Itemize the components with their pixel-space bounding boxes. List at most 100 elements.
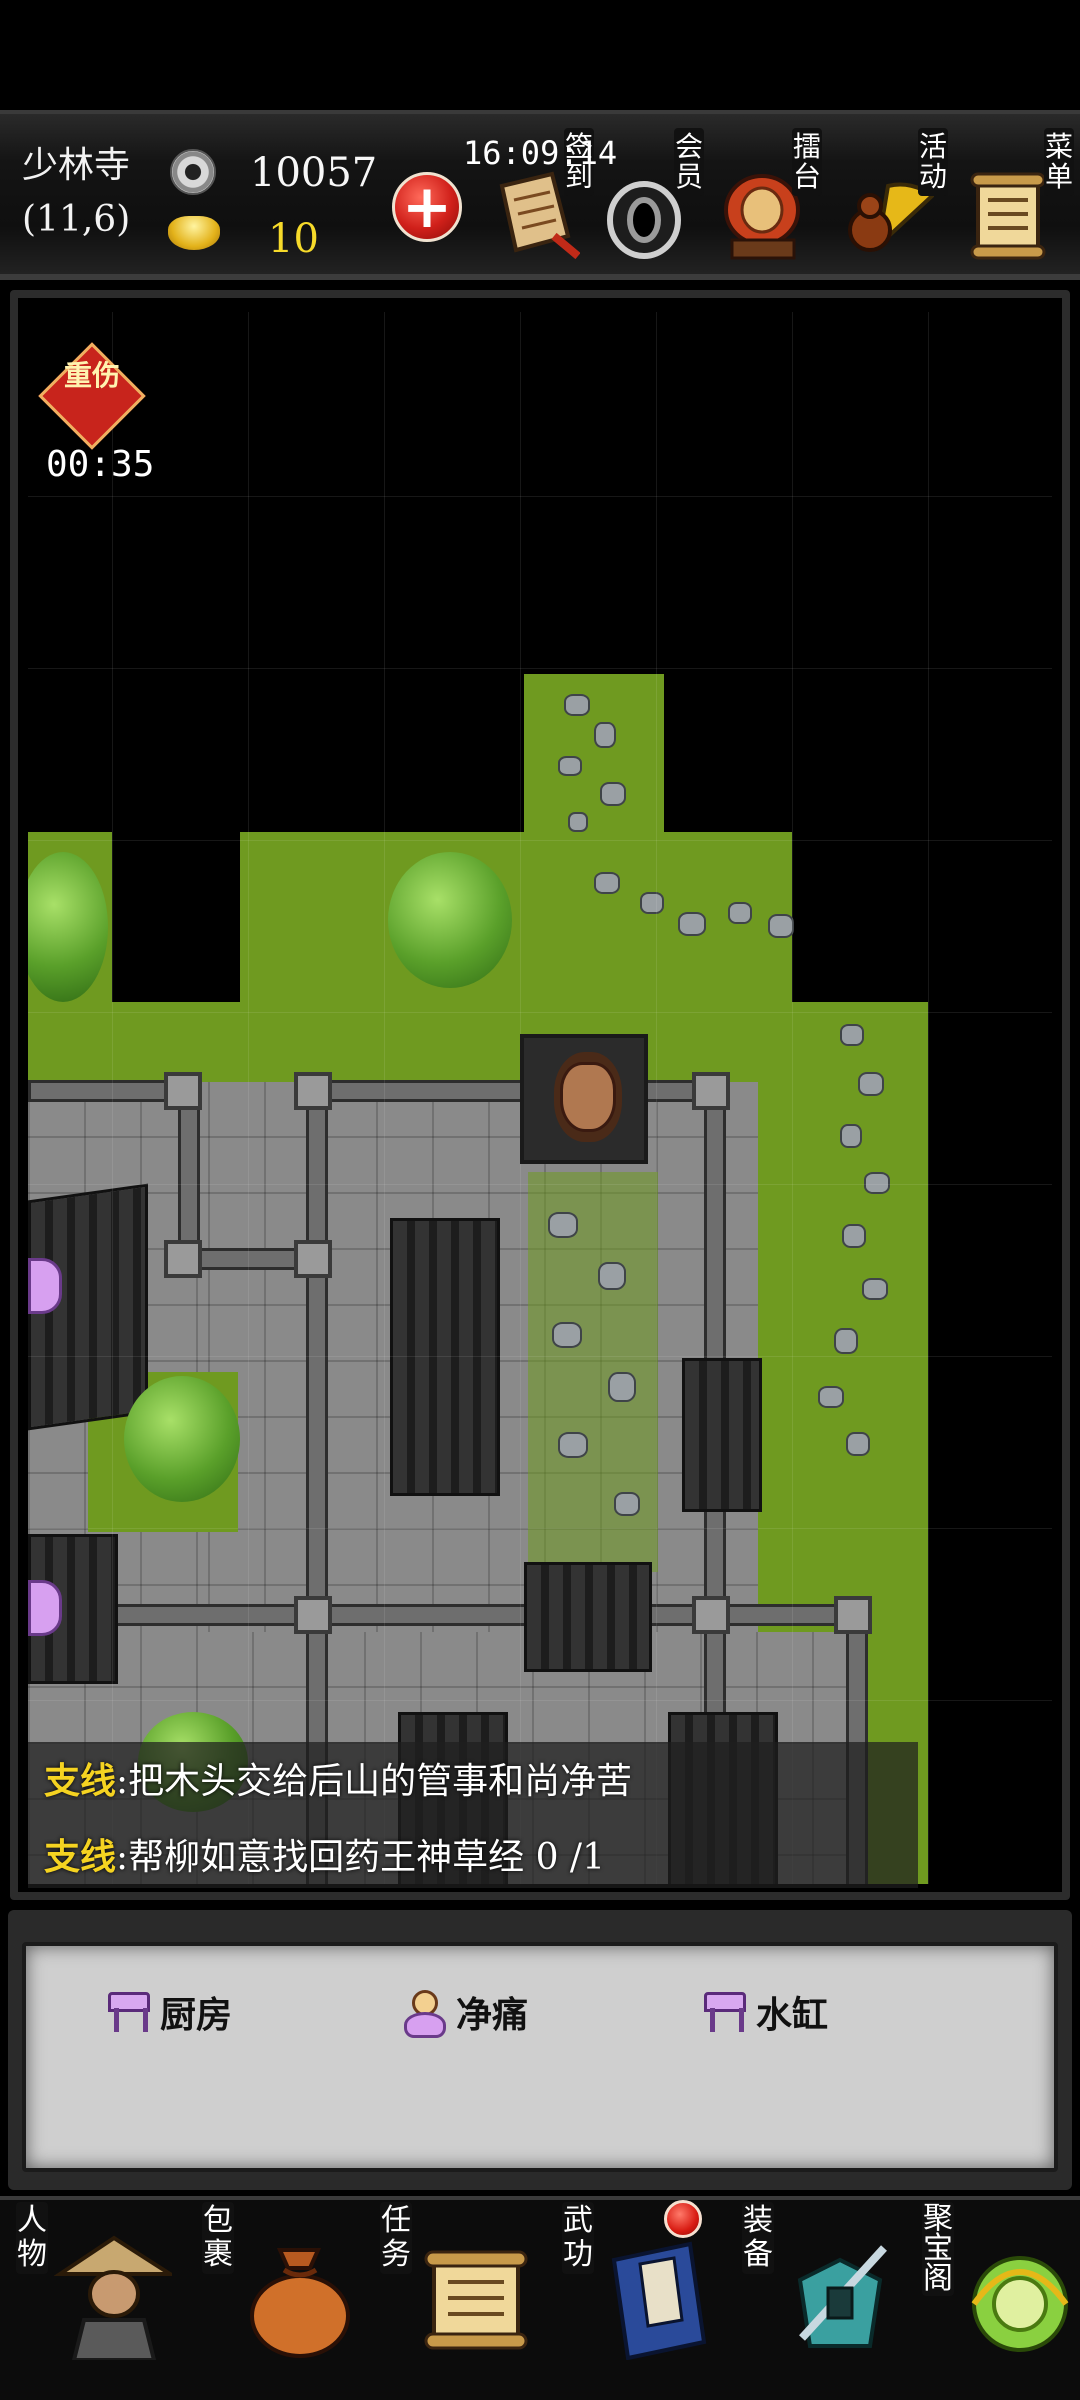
quest-line-2[interactable]: 支线:帮柳如意找回药王神草经 0 /1 (44, 1828, 605, 1880)
grid-line (28, 668, 1052, 669)
nav-treasure-pavilion[interactable]: 聚宝阁 (916, 2200, 1076, 2390)
location-coords: (11,6) (22, 199, 131, 240)
grid-line (28, 1528, 1052, 1529)
treasure-icon (971, 2256, 1069, 2352)
gate-roof (524, 1562, 652, 1672)
grid-line (248, 312, 249, 1884)
player-face (560, 1062, 616, 1132)
grid-line (656, 312, 657, 1884)
injury-timer: 00:35 (46, 444, 155, 485)
pebble (608, 1372, 636, 1402)
nearby-item-water-vat[interactable]: 水缸 (702, 1982, 828, 2042)
pebble (600, 782, 626, 806)
player-avatar[interactable] (520, 1034, 648, 1164)
wall-post (692, 1072, 730, 1110)
nearby-item-label: 净痛 (456, 1994, 529, 2036)
nearby-item-kitchen[interactable]: 厨房 (106, 1982, 232, 2042)
menu-button[interactable]: 菜单 (970, 128, 1074, 278)
vip-label: 会员 (674, 128, 704, 196)
quest-text: :把木头交给后山的管事和尚净苦 (116, 1761, 633, 1802)
nearby-item-label: 水缸 (756, 1994, 829, 2036)
pebble (858, 1072, 884, 1096)
wall-post (294, 1596, 332, 1634)
nav-character[interactable]: 人物 (10, 2200, 190, 2390)
pebble (548, 1212, 578, 1238)
npc-marker[interactable] (28, 1258, 62, 1314)
wall-post (692, 1596, 730, 1634)
wall-post (164, 1072, 202, 1110)
grid-line (28, 1356, 1052, 1357)
pebble (558, 1432, 588, 1458)
wall-post (834, 1596, 872, 1634)
wall-post (294, 1072, 332, 1110)
status-bar (0, 0, 1080, 110)
sign-in-timer: 16:09:14 (463, 134, 618, 172)
events-button[interactable]: 活动 (848, 128, 948, 278)
grid-line (28, 1184, 1052, 1185)
nearby-item-npc[interactable]: 净痛 (402, 1982, 528, 2042)
temple-wall (306, 1080, 726, 1102)
arena-button[interactable]: 擂台 (722, 128, 822, 278)
nav-equipment[interactable]: 装备 (736, 2200, 916, 2390)
nav-bag[interactable]: 包裹 (196, 2200, 376, 2390)
nav-label: 包裹 (202, 2202, 234, 2274)
pavilion-roof (682, 1358, 762, 1512)
pebble (728, 902, 752, 924)
straw-hat-man-icon (54, 2235, 172, 2360)
nearby-panel: 厨房 净痛 水缸 (22, 1942, 1058, 2172)
grid-line (28, 1700, 1052, 1701)
silver-amount: 10057 (250, 150, 378, 196)
wall-post (164, 1240, 202, 1278)
pebble (678, 912, 706, 936)
nav-label: 任务 (380, 2202, 412, 2274)
pebble (594, 722, 616, 748)
pebble (840, 1124, 862, 1148)
quest-line-1[interactable]: 支线:把木头交给后山的管事和尚净苦 (44, 1752, 632, 1804)
silver-coin-icon (170, 149, 216, 195)
gold-ingot-icon (168, 216, 220, 250)
gold-amount: 10 (268, 216, 319, 262)
temple-wall (48, 1604, 868, 1626)
pebble (568, 812, 588, 832)
nav-quests[interactable]: 任务 (374, 2200, 554, 2390)
arena-label: 擂台 (792, 128, 822, 196)
vip-button[interactable]: 会员 (604, 128, 704, 278)
pebble (818, 1386, 844, 1408)
recharge-plus-button[interactable]: + (392, 172, 462, 242)
nav-label: 聚宝阁 (922, 2201, 954, 2296)
person-icon (402, 1988, 446, 2038)
grid-line (28, 1012, 1052, 1013)
events-label: 活动 (918, 128, 948, 196)
menu-label: 菜单 (1044, 128, 1074, 196)
fog-tile (792, 832, 1052, 1002)
pebble (564, 694, 590, 716)
pebble (614, 1492, 640, 1516)
martial-book-icon (611, 2241, 707, 2360)
pebble (834, 1328, 858, 1354)
grid-line (792, 312, 793, 1884)
pebble (598, 1262, 626, 1290)
grid-line (928, 312, 929, 1884)
pebble (846, 1432, 870, 1456)
pebble (552, 1322, 582, 1348)
location-name: 少林寺 (22, 145, 131, 186)
pebble (594, 872, 620, 894)
grid-line (384, 312, 385, 1884)
fog-tile (928, 1002, 1052, 1884)
grid-line (112, 312, 113, 1884)
npc-marker[interactable] (28, 1580, 62, 1636)
temple-wall (28, 1080, 178, 1102)
pebble (640, 892, 664, 914)
injury-status-label: 重伤 (63, 359, 120, 392)
nav-label: 装备 (742, 2202, 774, 2274)
grid-line (28, 496, 1052, 497)
pebble (842, 1224, 866, 1248)
pebble (864, 1172, 890, 1194)
nav-martial-arts[interactable]: 武功 (556, 2200, 736, 2390)
armor-sword-icon (797, 2245, 887, 2348)
pebble (768, 914, 794, 938)
quest-scroll-icon (424, 2250, 528, 2350)
fog-tile (112, 832, 240, 1002)
quest-tag: 支线 (44, 1760, 117, 1802)
pebble (840, 1024, 864, 1046)
